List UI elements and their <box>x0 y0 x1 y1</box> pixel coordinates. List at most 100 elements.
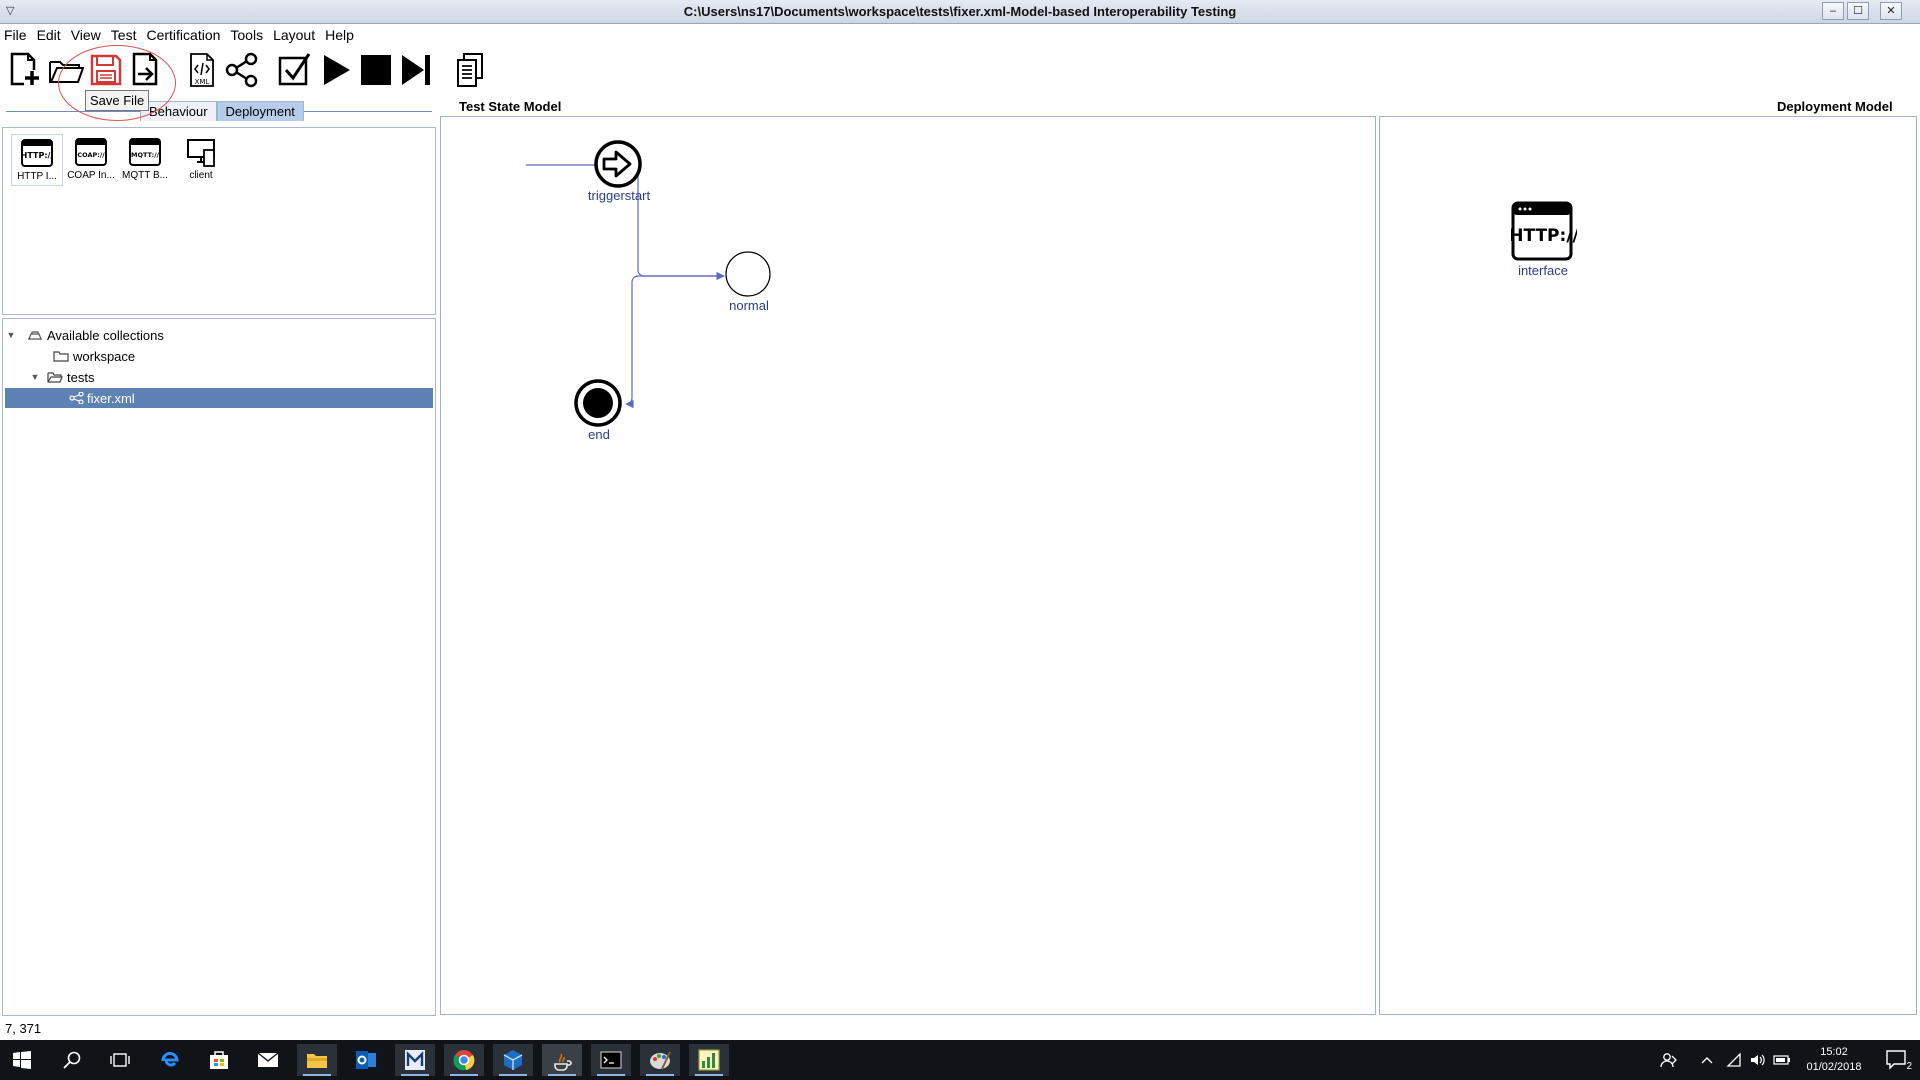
palette-label: client <box>189 170 213 181</box>
terminal-icon <box>600 1051 622 1069</box>
maximize-button[interactable]: ☐ <box>1847 2 1869 20</box>
open-folder-icon[interactable] <box>46 50 86 90</box>
step-icon[interactable] <box>396 50 436 90</box>
menu-test[interactable]: Test <box>111 27 137 43</box>
menu-help[interactable]: Help <box>325 27 354 43</box>
xml-icon[interactable]: XML <box>182 50 222 90</box>
palette-item-http[interactable]: HTTP:// HTTP I... <box>11 134 63 186</box>
taskbar-app-m[interactable] <box>395 1044 435 1076</box>
app-window: ▽ C:\Users\ns17\Documents\workspace\test… <box>0 0 1920 1080</box>
menu-view[interactable]: View <box>71 27 101 43</box>
network-button[interactable] <box>1722 1044 1746 1076</box>
play-icon[interactable] <box>316 50 356 90</box>
people-icon <box>1660 1053 1677 1068</box>
check-icon[interactable] <box>276 50 316 90</box>
expand-arrow-icon[interactable]: ▼ <box>29 372 41 382</box>
palette-label: HTTP I... <box>17 171 57 182</box>
search-button[interactable] <box>52 1044 92 1076</box>
taskbar-mail[interactable] <box>248 1044 288 1076</box>
task-view-button[interactable] <box>100 1044 140 1076</box>
http-icon: HTTP:// <box>21 139 53 167</box>
new-file-icon[interactable] <box>4 50 44 90</box>
window-title: C:\Users\ns17\Documents\workspace\tests\… <box>683 4 1237 19</box>
taskbar-paint[interactable] <box>640 1044 680 1076</box>
taskbar-explorer[interactable] <box>297 1044 337 1076</box>
tree-item-root[interactable]: ▼ Available collections <box>5 325 433 345</box>
svg-text:HTTP://: HTTP:// <box>21 151 53 160</box>
svg-text:XML: XML <box>195 78 210 86</box>
share-graph-icon[interactable] <box>222 50 262 90</box>
svg-text:MQTT://: MQTT:// <box>131 151 160 159</box>
taskbar-store[interactable] <box>199 1044 239 1076</box>
collections-icon <box>28 331 42 340</box>
tree-item-tests[interactable]: ▼ tests <box>5 367 433 387</box>
taskbar-outlook[interactable] <box>346 1044 386 1076</box>
deployment-canvas[interactable]: HTTP:// interface <box>1379 116 1917 1015</box>
svg-text:COAP://: COAP:// <box>77 151 105 159</box>
show-hidden-icons-button[interactable] <box>1692 1044 1722 1076</box>
palette-item-mqtt[interactable]: MQTT:// MQTT B... <box>119 134 171 186</box>
close-button[interactable]: ✕ <box>1880 2 1902 20</box>
battery-button[interactable] <box>1770 1044 1794 1076</box>
chrome-icon <box>453 1050 475 1071</box>
test-state-canvas[interactable]: triggerstart normal end <box>440 116 1376 1015</box>
mqtt-icon: MQTT:// <box>129 138 161 166</box>
edge-browser-icon <box>161 1052 179 1067</box>
task-view-icon <box>110 1053 130 1067</box>
component-palette: HTTP:// HTTP I... COAP:// COAP In... MQT… <box>2 127 436 315</box>
start-node-icon[interactable] <box>594 140 642 188</box>
end-node-icon[interactable] <box>574 379 622 427</box>
file-explorer-icon <box>307 1054 327 1068</box>
menu-certification[interactable]: Certification <box>146 27 220 43</box>
node-label-normal[interactable]: normal <box>689 298 809 313</box>
taskbar-terminal[interactable] <box>591 1044 631 1076</box>
tab-behaviour[interactable]: Behaviour <box>140 101 217 121</box>
expand-arrow-icon[interactable]: ▼ <box>5 330 17 340</box>
menu-bar: File Edit View Test Certification Tools … <box>0 25 1920 45</box>
menu-edit[interactable]: Edit <box>37 27 61 43</box>
minimize-button[interactable]: ‒ <box>1822 2 1844 20</box>
normal-state-node[interactable] <box>725 251 771 297</box>
virtualbox-icon <box>503 1050 523 1070</box>
system-menu-icon[interactable]: ▽ <box>6 4 22 18</box>
menu-layout[interactable]: Layout <box>273 27 315 43</box>
tab-deployment[interactable]: Deployment <box>216 101 304 121</box>
chevron-up-icon <box>1701 1057 1713 1064</box>
menu-tools[interactable]: Tools <box>230 27 263 43</box>
node-label-interface[interactable]: interface <box>1483 263 1603 278</box>
taskbar-clock[interactable]: 15:02 01/02/2018 <box>1794 1045 1874 1075</box>
taskbar-java-app[interactable] <box>542 1044 582 1076</box>
app-m-icon <box>405 1050 425 1070</box>
transition-normal-end[interactable] <box>625 275 724 409</box>
menu-file[interactable]: File <box>4 27 27 43</box>
palette-label: COAP In... <box>67 170 115 181</box>
chart-app-icon <box>698 1049 720 1071</box>
stop-icon[interactable] <box>356 50 396 90</box>
toolbar: XML <box>0 48 500 94</box>
save-file-icon[interactable] <box>86 50 126 90</box>
notifications-button[interactable]: 2 <box>1874 1044 1920 1076</box>
tree-item-workspace[interactable]: workspace <box>5 346 433 366</box>
clock-time: 15:02 <box>1820 1046 1848 1058</box>
palette-item-coap[interactable]: COAP:// COAP In... <box>65 134 117 186</box>
open-folder-icon <box>47 372 63 383</box>
taskbar: 15:02 01/02/2018 2 <box>0 1040 1920 1080</box>
state-graph <box>526 140 771 427</box>
taskbar-chrome[interactable] <box>444 1044 484 1076</box>
node-label-triggerstart[interactable]: triggerstart <box>559 188 679 203</box>
start-button[interactable] <box>2 1044 42 1076</box>
test-panel-title: Test State Model <box>459 99 562 114</box>
tree-item-fixer-xml[interactable]: fixer.xml <box>5 388 433 408</box>
export-icon[interactable] <box>126 50 166 90</box>
http-interface-icon[interactable]: HTTP:// <box>1511 201 1577 263</box>
taskbar-edge[interactable] <box>150 1044 190 1076</box>
volume-button[interactable] <box>1746 1044 1770 1076</box>
node-label-end[interactable]: end <box>539 427 659 442</box>
search-icon <box>63 1051 81 1069</box>
palette-item-client[interactable]: client <box>175 134 227 186</box>
deploy-panel-title: Deployment Model <box>1777 99 1893 114</box>
taskbar-chart-app[interactable] <box>689 1044 729 1076</box>
copy-report-icon[interactable] <box>450 50 490 90</box>
people-button[interactable] <box>1652 1044 1686 1076</box>
taskbar-virtualbox[interactable] <box>493 1044 533 1076</box>
